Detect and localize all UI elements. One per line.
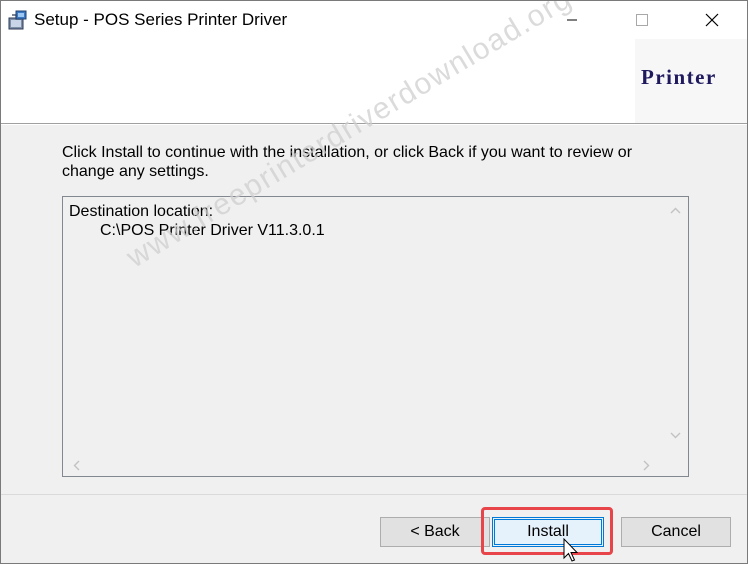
window-title: Setup - POS Series Printer Driver <box>34 10 288 29</box>
destination-path: C:\POS Printer Driver V11.3.0.1 <box>100 222 325 239</box>
brand-logo: Printer <box>641 65 717 89</box>
setup-installer-icon <box>7 9 29 31</box>
mouse-pointer-icon <box>563 537 579 563</box>
setup-window: Setup - POS Series Printer Driver Printe… <box>0 0 748 564</box>
install-highlight-box <box>481 507 613 555</box>
scroll-left-icon[interactable] <box>73 460 80 471</box>
destination-label: Destination location: <box>69 203 214 220</box>
ready-summary-memo[interactable]: Destination location: C:\POS Printer Dri… <box>62 196 689 477</box>
title-bar[interactable]: Setup - POS Series Printer Driver <box>1 1 747 39</box>
horizontal-scrollbar[interactable] <box>63 454 663 476</box>
scroll-up-icon[interactable] <box>670 207 681 214</box>
footer-divider <box>1 494 747 495</box>
close-icon[interactable] <box>689 1 735 39</box>
summary-content: Destination location: C:\POS Printer Dri… <box>69 202 325 240</box>
scroll-right-icon[interactable] <box>643 460 650 471</box>
vertical-scrollbar[interactable] <box>663 197 688 454</box>
header-divider-highlight <box>1 124 747 125</box>
back-button[interactable]: < Back <box>380 517 490 547</box>
cancel-button[interactable]: Cancel <box>621 517 731 547</box>
minimize-icon[interactable] <box>549 1 595 39</box>
instruction-text: Click Install to continue with the insta… <box>62 144 633 180</box>
header-banner: Printer <box>1 39 747 123</box>
maximize-icon[interactable] <box>619 1 665 39</box>
scroll-down-icon[interactable] <box>670 432 681 439</box>
